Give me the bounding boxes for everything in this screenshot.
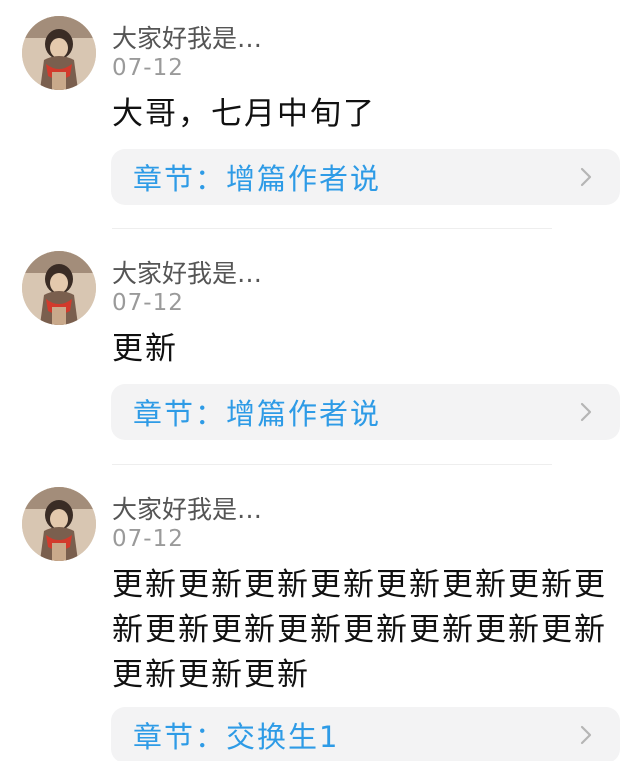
username[interactable]: 大家好我是… xyxy=(112,495,262,525)
user-avatar-icon[interactable] xyxy=(22,16,96,90)
chevron-right-icon xyxy=(580,725,592,745)
divider xyxy=(112,228,552,229)
comment-date: 07-12 xyxy=(112,55,184,81)
user-avatar-icon[interactable] xyxy=(22,251,96,325)
comment-text: 大哥，七月中旬了 xyxy=(112,96,376,132)
chapter-link[interactable]: 章节：交换生1 xyxy=(111,707,620,761)
chevron-right-icon xyxy=(580,167,592,187)
divider xyxy=(112,464,552,465)
comment-item: 大家好我是… 07-12 更新 章节：增篇作者说 xyxy=(0,251,640,463)
comment-item: 大家好我是… 07-12 更新更新更新更新更新更新更新更新更新更新更新更新更新更… xyxy=(0,487,640,761)
chapter-link[interactable]: 章节：增篇作者说 xyxy=(111,384,620,440)
chapter-label: 章节：增篇作者说 xyxy=(133,162,382,196)
comment-text: 更新 xyxy=(112,331,178,367)
user-avatar-icon[interactable] xyxy=(22,487,96,561)
chevron-right-icon xyxy=(580,402,592,422)
username[interactable]: 大家好我是… xyxy=(112,24,262,54)
comment-item: 大家好我是… 07-12 大哥，七月中旬了 章节：增篇作者说 xyxy=(0,16,640,228)
comment-feed: 大家好我是… 07-12 大哥，七月中旬了 章节：增篇作者说 大家好我是… 07… xyxy=(0,0,640,761)
chapter-label: 章节：增篇作者说 xyxy=(133,397,382,431)
chapter-label: 章节：交换生1 xyxy=(133,720,340,754)
comment-text: 更新更新更新更新更新更新更新更新更新更新更新更新更新更新更新更新更新更新 xyxy=(112,567,607,693)
comment-date: 07-12 xyxy=(112,290,184,316)
chapter-link[interactable]: 章节：增篇作者说 xyxy=(111,149,620,205)
comment-date: 07-12 xyxy=(112,526,184,552)
username[interactable]: 大家好我是… xyxy=(112,259,262,289)
